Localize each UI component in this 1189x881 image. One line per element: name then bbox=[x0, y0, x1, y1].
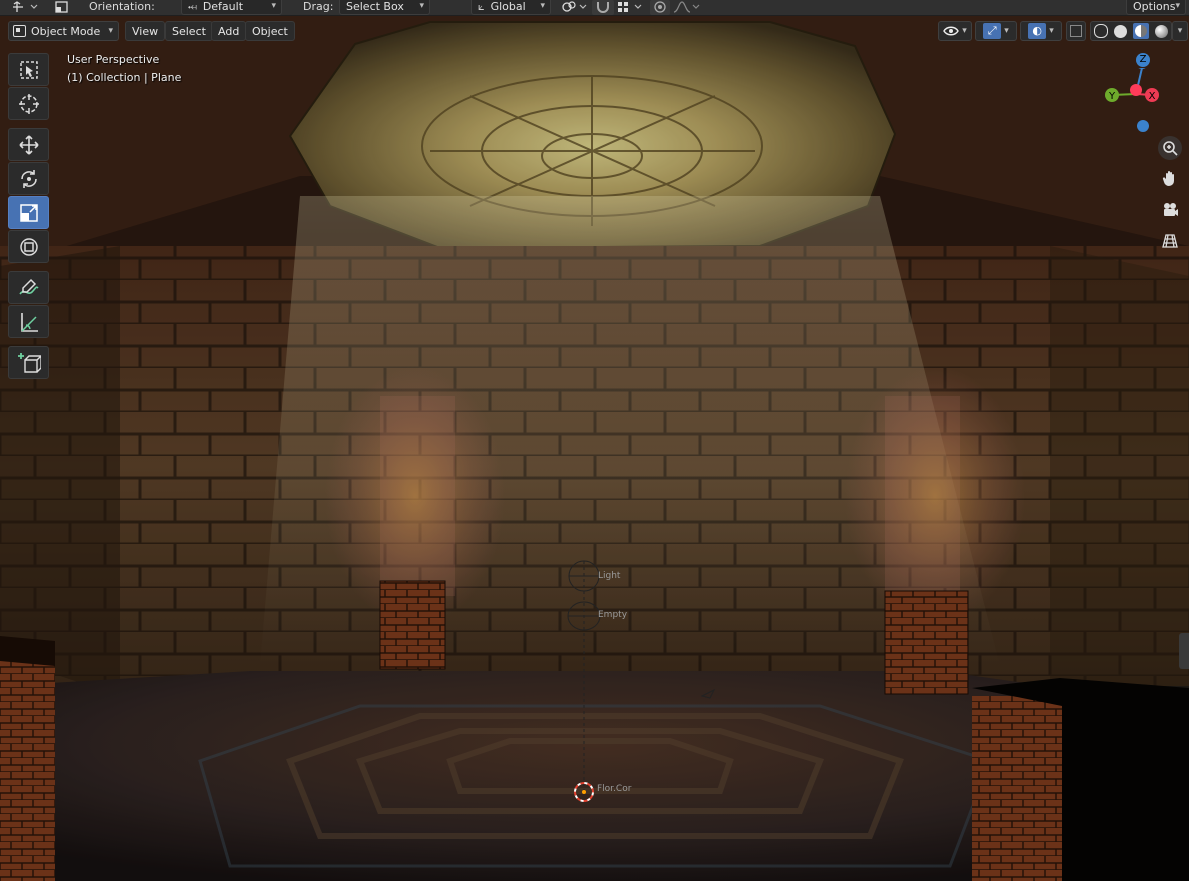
options-dropdown[interactable]: Options ▾ bbox=[1126, 0, 1186, 15]
transform-space-value: Global bbox=[490, 0, 526, 13]
transform-orientation-dropdown[interactable]: ⟀ Global ▾ bbox=[471, 0, 551, 15]
drag-label: Drag: bbox=[303, 0, 334, 13]
overlays-icon: ◐ bbox=[1028, 23, 1047, 39]
viewport-perspective-label: User Perspective bbox=[67, 53, 160, 66]
empty-object-label: Empty bbox=[598, 610, 628, 620]
gizmo-y-label: Y bbox=[1108, 91, 1116, 102]
gizmo-toggle-icon: ⤢ bbox=[983, 23, 1002, 39]
rotate-tool[interactable] bbox=[8, 162, 49, 195]
gizmo-toggle-dropdown[interactable]: ⤢ ▾ bbox=[975, 21, 1017, 41]
xray-toggle[interactable] bbox=[1066, 21, 1086, 41]
transform-tool[interactable] bbox=[8, 230, 49, 263]
wireframe-shading-icon[interactable] bbox=[1094, 24, 1108, 38]
options-label: Options bbox=[1133, 0, 1176, 13]
rotate-icon bbox=[20, 169, 37, 188]
chevron-down-icon: ▾ bbox=[1004, 26, 1009, 36]
eye-icon bbox=[943, 26, 960, 36]
proportional-icon bbox=[654, 1, 666, 13]
annotate-icon bbox=[18, 278, 39, 295]
falloff-curve-icon bbox=[673, 1, 700, 13]
scale-tool[interactable] bbox=[8, 196, 49, 229]
chevron-down-icon: ▾ bbox=[271, 1, 276, 11]
material-shading-icon[interactable] bbox=[1133, 23, 1149, 39]
mode-dropdown[interactable]: Object Mode ▾ bbox=[8, 21, 119, 41]
3d-viewport[interactable]: User Perspective (1) Collection | Plane … bbox=[0, 16, 1189, 881]
drag-dropdown[interactable]: Select Box ▾ bbox=[339, 0, 430, 15]
chevron-down-icon: ▾ bbox=[108, 26, 113, 36]
menu-object[interactable]: Object bbox=[245, 21, 295, 41]
scale-affect-icon bbox=[55, 1, 68, 13]
snap-target-dropdown[interactable] bbox=[615, 0, 647, 15]
rendered-shading-icon[interactable] bbox=[1155, 24, 1168, 38]
chevron-down-icon: ▾ bbox=[962, 26, 967, 36]
object-mode-icon bbox=[13, 25, 26, 37]
chevron-down-icon: ▾ bbox=[1177, 26, 1183, 36]
menu-select[interactable]: Select bbox=[165, 21, 213, 41]
overlays-dropdown[interactable]: ◐ ▾ bbox=[1020, 21, 1062, 41]
orientation-dropdown[interactable]: ⤟ Default ▾ bbox=[181, 0, 282, 15]
move-icon bbox=[18, 134, 39, 155]
select-box-icon bbox=[19, 60, 38, 79]
cursor-object-label: Flor.Cor bbox=[597, 784, 632, 794]
add-cube-icon bbox=[17, 352, 41, 373]
visibility-dropdown[interactable]: ▾ bbox=[938, 21, 972, 41]
hand-pan-icon bbox=[1162, 171, 1174, 187]
orientation-icon: ⤟ bbox=[188, 0, 197, 13]
scene-render bbox=[0, 16, 1189, 881]
camera-view-button[interactable] bbox=[1158, 198, 1182, 222]
chevron-down-icon: ▾ bbox=[1049, 26, 1054, 36]
global-axis-icon: ⟀ bbox=[478, 0, 485, 13]
menu-add[interactable]: Add bbox=[211, 21, 247, 41]
snap-grid-icon bbox=[618, 2, 642, 12]
gizmo-z-text: Z bbox=[1139, 54, 1147, 65]
annotate-tool[interactable] bbox=[8, 271, 49, 304]
transform-icon bbox=[19, 237, 38, 256]
gizmo-z-badge[interactable]: Z bbox=[1136, 53, 1150, 67]
magnet-icon bbox=[597, 2, 609, 13]
snap-toggle[interactable] bbox=[592, 0, 614, 15]
blender-window: Orientation: ⤟ Default ▾ Drag: Select Box… bbox=[0, 0, 1189, 881]
perspective-toggle-button[interactable] bbox=[1158, 229, 1182, 253]
scale-icon bbox=[19, 203, 38, 222]
chevron-down-icon: ▾ bbox=[419, 1, 424, 11]
solid-shading-icon[interactable] bbox=[1114, 24, 1127, 38]
pivot-icon bbox=[13, 1, 38, 12]
pivot-dropdown[interactable] bbox=[10, 0, 40, 15]
mode-value: Object Mode bbox=[31, 24, 101, 38]
drag-value: Select Box bbox=[346, 0, 404, 13]
link-icon bbox=[562, 1, 587, 12]
move-tool[interactable] bbox=[8, 128, 49, 161]
cursor-icon bbox=[18, 93, 39, 114]
chevron-down-icon: ▾ bbox=[1175, 1, 1180, 11]
shading-options-dropdown[interactable]: ▾ bbox=[1172, 21, 1188, 41]
add-cube-tool[interactable] bbox=[8, 346, 49, 379]
transform-affect-button[interactable] bbox=[52, 0, 72, 15]
sidebar-toggle-tab[interactable] bbox=[1179, 633, 1189, 669]
falloff-dropdown[interactable] bbox=[671, 0, 701, 15]
camera-icon bbox=[1164, 203, 1178, 216]
chevron-down-icon: ▾ bbox=[540, 1, 545, 11]
cursor-tool[interactable] bbox=[8, 87, 49, 120]
perspective-grid-icon bbox=[1162, 234, 1178, 248]
viewport-header: Orientation: ⤟ Default ▾ Drag: Select Box… bbox=[0, 0, 1189, 16]
orientation-label: Orientation: bbox=[89, 0, 155, 13]
zoom-icon bbox=[1163, 141, 1178, 156]
measure-tool[interactable] bbox=[8, 305, 49, 338]
orientation-value: Default bbox=[202, 0, 244, 13]
select-box-tool[interactable] bbox=[8, 53, 49, 86]
pan-button[interactable] bbox=[1158, 166, 1182, 190]
light-object-label: Light bbox=[598, 571, 621, 581]
shading-mode-group bbox=[1090, 21, 1172, 41]
gizmo-x-label: X bbox=[1149, 91, 1156, 102]
menu-view[interactable]: View bbox=[125, 21, 166, 41]
pivot-point-dropdown[interactable] bbox=[558, 0, 590, 15]
viewport-context-label: (1) Collection | Plane bbox=[67, 71, 182, 84]
proportional-edit-toggle[interactable] bbox=[650, 0, 670, 15]
zoom-button[interactable] bbox=[1158, 136, 1182, 160]
xray-icon bbox=[1070, 25, 1082, 37]
measure-icon bbox=[20, 312, 38, 332]
